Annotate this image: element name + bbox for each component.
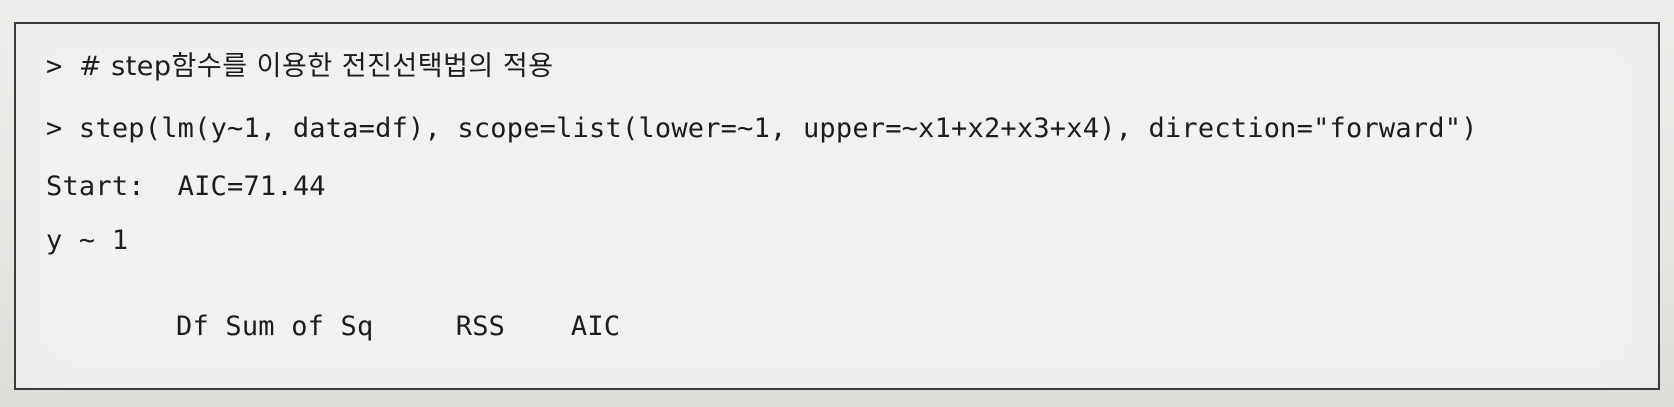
start-aic-line: Start: AIC=71.44 xyxy=(46,171,326,202)
comment-line: > # step함수를 이용한 전진선택법의 적용 xyxy=(46,50,554,84)
code-output-box: > # step함수를 이용한 전진선택법의 적용 > step(lm(y~1,… xyxy=(14,22,1660,390)
comment-text: # step함수를 이용한 전진선택법의 적용 xyxy=(78,51,554,82)
command-line: > step(lm(y~1, data=df), scope=list(lowe… xyxy=(46,112,1478,146)
console-prompt: > xyxy=(46,51,79,82)
table-header-line: Df Sum of Sq RSS AIC xyxy=(176,311,621,342)
command-text: step(lm(y~1, data=df), scope=list(lower=… xyxy=(78,113,1478,144)
model-formula-line: y ~ 1 xyxy=(46,225,129,256)
console-prompt: > xyxy=(46,113,79,144)
